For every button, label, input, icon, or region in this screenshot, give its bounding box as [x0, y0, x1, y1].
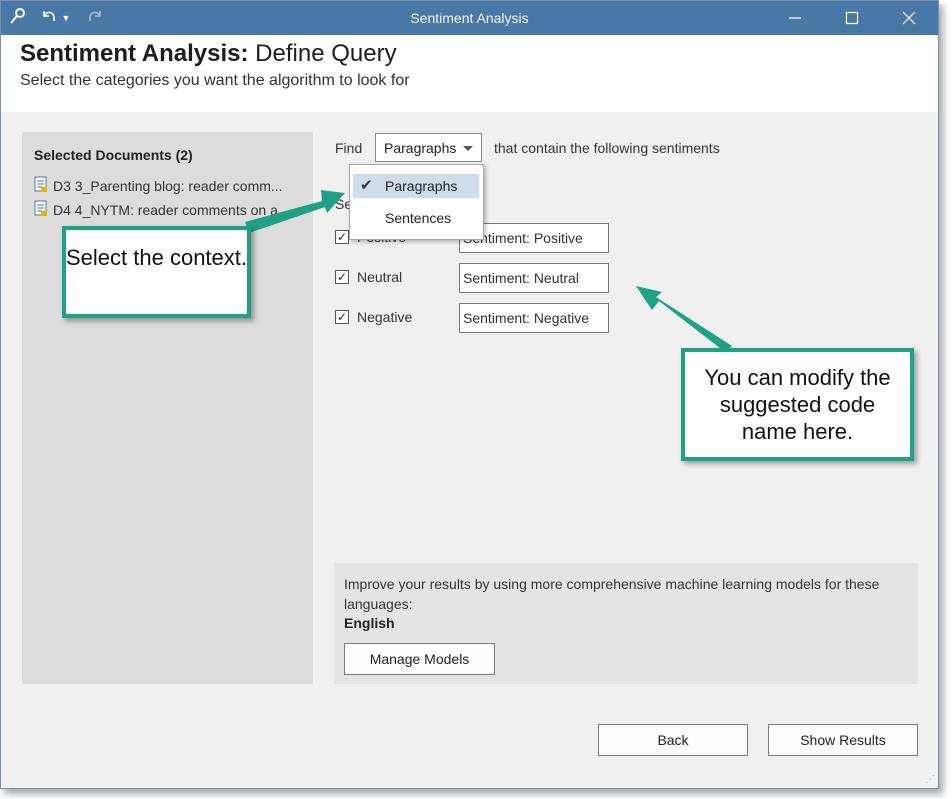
callout-modify-code-name: You can modify the suggested code name h…	[681, 348, 914, 461]
callout-select-context: Select the context.	[62, 226, 251, 318]
callout-arrow-context	[245, 190, 345, 233]
callout-arrow-code-name	[636, 286, 732, 352]
